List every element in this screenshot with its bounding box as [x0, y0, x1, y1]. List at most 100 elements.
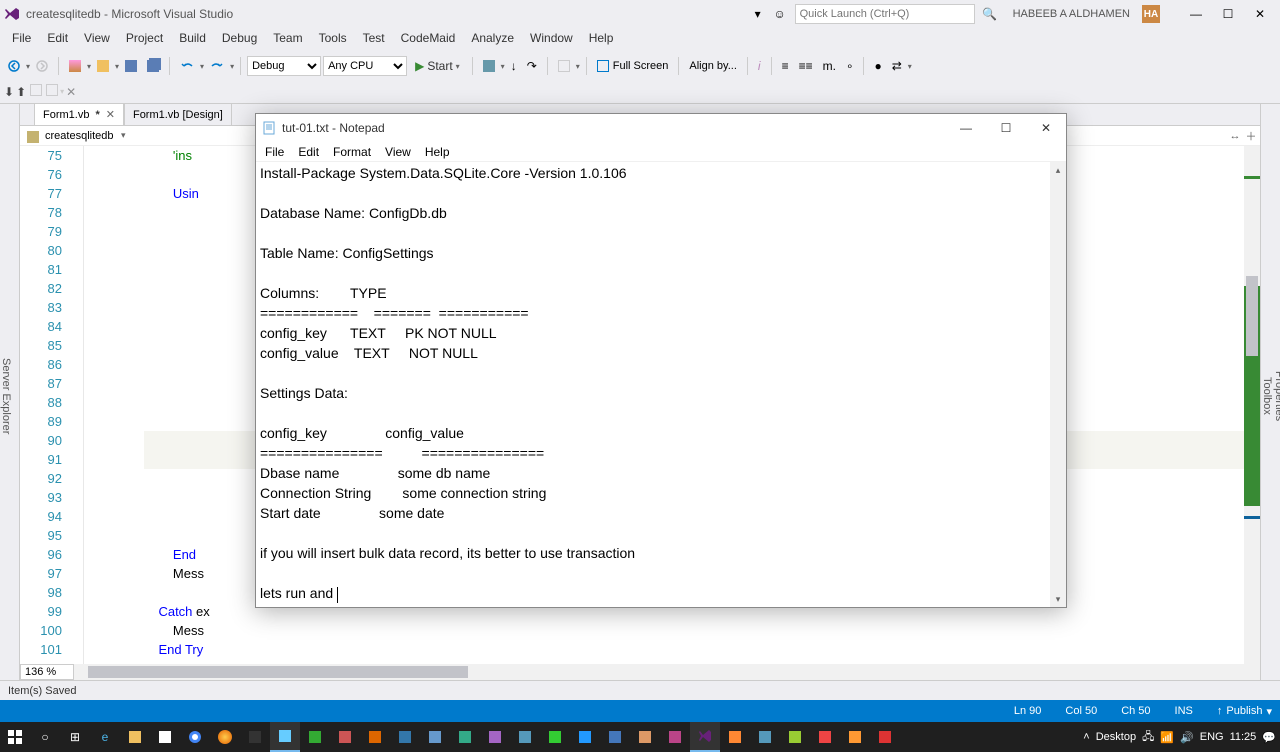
- app-icon-18[interactable]: [840, 722, 870, 752]
- alignby-button[interactable]: Align by...: [685, 58, 741, 74]
- tray-overflow-icon[interactable]: ˄: [1083, 731, 1089, 743]
- notepad-taskbar-icon[interactable]: [270, 722, 300, 752]
- menu-view[interactable]: View: [76, 28, 118, 48]
- desktop-label[interactable]: Desktop: [1096, 731, 1136, 743]
- browser-link-icon[interactable]: [479, 58, 499, 74]
- hscroll-thumb[interactable]: [88, 666, 468, 678]
- app-icon-6[interactable]: [450, 722, 480, 752]
- undo-button[interactable]: [176, 58, 198, 74]
- ext-icon-1[interactable]: i: [754, 57, 765, 75]
- app-icon-7[interactable]: [480, 722, 510, 752]
- zoom-level[interactable]: 136 %: [20, 664, 74, 680]
- menu-team[interactable]: Team: [265, 28, 310, 48]
- tb2-icon-1[interactable]: [30, 84, 42, 99]
- solution-platform-dropdown[interactable]: Any CPU: [323, 56, 407, 76]
- tray-lang[interactable]: ENG: [1200, 731, 1224, 743]
- vertical-scrollbar[interactable]: [1244, 146, 1260, 664]
- step-into-icon[interactable]: ↓: [507, 57, 521, 75]
- app-icon-17[interactable]: [810, 722, 840, 752]
- app-icon-10[interactable]: [570, 722, 600, 752]
- notepad-close-button[interactable]: ✕: [1026, 116, 1066, 140]
- ext-icon-7[interactable]: ⇄: [888, 57, 906, 75]
- cortana-search-icon[interactable]: ○: [30, 722, 60, 752]
- tb2-icon-2[interactable]: [46, 84, 58, 99]
- navigate-forward-button[interactable]: [32, 58, 52, 74]
- file-explorer-icon[interactable]: [120, 722, 150, 752]
- app-icon-5[interactable]: [420, 722, 450, 752]
- tab-close-icon[interactable]: ✕: [106, 108, 115, 121]
- menu-test[interactable]: Test: [355, 28, 393, 48]
- app-icon-4[interactable]: [390, 722, 420, 752]
- notifications-icon[interactable]: ▾: [751, 7, 765, 21]
- start-menu-icon[interactable]: [0, 722, 30, 752]
- menu-debug[interactable]: Debug: [214, 28, 265, 48]
- refresh-icon[interactable]: [554, 58, 574, 74]
- notepad-menu-format[interactable]: Format: [326, 144, 378, 160]
- app-icon-1[interactable]: [300, 722, 330, 752]
- app-icon-14[interactable]: [720, 722, 750, 752]
- tray-notifications-icon[interactable]: 💬: [1262, 731, 1276, 744]
- chrome-icon[interactable]: [180, 722, 210, 752]
- notepad-scrollbar[interactable]: ▴▾: [1050, 162, 1066, 607]
- tb2-icon-3[interactable]: ✕: [66, 85, 76, 99]
- publish-button[interactable]: ↑ Publish ▾: [1217, 705, 1272, 718]
- notepad-menu-help[interactable]: Help: [418, 144, 457, 160]
- process-down-icon[interactable]: ⬇: [4, 85, 14, 99]
- menu-window[interactable]: Window: [522, 28, 581, 48]
- menu-tools[interactable]: Tools: [311, 28, 355, 48]
- notepad-text-area[interactable]: Install-Package System.Data.SQLite.Core …: [256, 162, 1066, 607]
- visual-studio-taskbar-icon[interactable]: [690, 722, 720, 752]
- tab-form1-vb[interactable]: Form1.vb*✕: [34, 103, 124, 125]
- split-editor-icon[interactable]: ↔: [1228, 129, 1242, 143]
- tray-volume-icon[interactable]: 🔊: [1180, 731, 1194, 744]
- quick-launch-search-icon[interactable]: 🔍: [983, 7, 997, 21]
- save-all-button[interactable]: [143, 58, 163, 74]
- menu-edit[interactable]: Edit: [39, 28, 76, 48]
- menu-project[interactable]: Project: [118, 28, 171, 48]
- fullscreen-button[interactable]: Full Screen: [593, 58, 673, 74]
- scroll-thumb[interactable]: [1246, 276, 1258, 356]
- close-button[interactable]: ✕: [1244, 4, 1276, 24]
- process-up-icon[interactable]: ⬆: [16, 85, 26, 99]
- ext-icon-3[interactable]: ≡≡: [795, 57, 817, 75]
- new-project-button[interactable]: [65, 58, 85, 74]
- ext-icon-4[interactable]: m.: [819, 57, 840, 75]
- quick-launch-input[interactable]: [795, 4, 975, 24]
- notepad-menu-edit[interactable]: Edit: [291, 144, 326, 160]
- vlc-icon[interactable]: [240, 722, 270, 752]
- horizontal-scrollbar[interactable]: 136 %: [20, 664, 1260, 680]
- outline-margin[interactable]: [70, 146, 84, 664]
- tray-bluetooth-icon[interactable]: 🖧: [1142, 728, 1154, 747]
- feedback-icon[interactable]: ☺: [773, 7, 787, 21]
- app-icon-16[interactable]: [780, 722, 810, 752]
- app-icon-19[interactable]: [870, 722, 900, 752]
- app-icon-15[interactable]: [750, 722, 780, 752]
- notepad-menu-file[interactable]: File: [258, 144, 291, 160]
- firefox-icon[interactable]: [210, 722, 240, 752]
- app-icon-11[interactable]: [600, 722, 630, 752]
- ext-icon-2[interactable]: ≡: [778, 57, 793, 75]
- user-avatar-badge[interactable]: HA: [1142, 5, 1160, 23]
- nav-plus-icon[interactable]: ＋: [1244, 129, 1258, 143]
- menu-codemaid[interactable]: CodeMaid: [393, 28, 464, 48]
- notepad-minimize-button[interactable]: —: [946, 116, 986, 140]
- open-file-button[interactable]: [93, 58, 113, 74]
- menu-help[interactable]: Help: [581, 28, 622, 48]
- redo-button[interactable]: [206, 58, 228, 74]
- save-button[interactable]: [121, 58, 141, 74]
- tab-form1-vb-design-[interactable]: Form1.vb [Design]: [124, 103, 232, 125]
- navigate-back-button[interactable]: [4, 58, 24, 74]
- app-icon-8[interactable]: [510, 722, 540, 752]
- breadcrumb-project[interactable]: createsqlitedb: [24, 128, 129, 144]
- store-icon[interactable]: [150, 722, 180, 752]
- minimize-button[interactable]: —: [1180, 4, 1212, 24]
- maximize-button[interactable]: ☐: [1212, 4, 1244, 24]
- menu-analyze[interactable]: Analyze: [463, 28, 522, 48]
- edge-icon[interactable]: e: [90, 722, 120, 752]
- app-icon-3[interactable]: [360, 722, 390, 752]
- step-over-icon[interactable]: ↷: [523, 57, 541, 75]
- solution-config-dropdown[interactable]: Debug: [247, 56, 321, 76]
- app-icon-12[interactable]: [630, 722, 660, 752]
- notepad-maximize-button[interactable]: ☐: [986, 116, 1026, 140]
- app-icon-9[interactable]: [540, 722, 570, 752]
